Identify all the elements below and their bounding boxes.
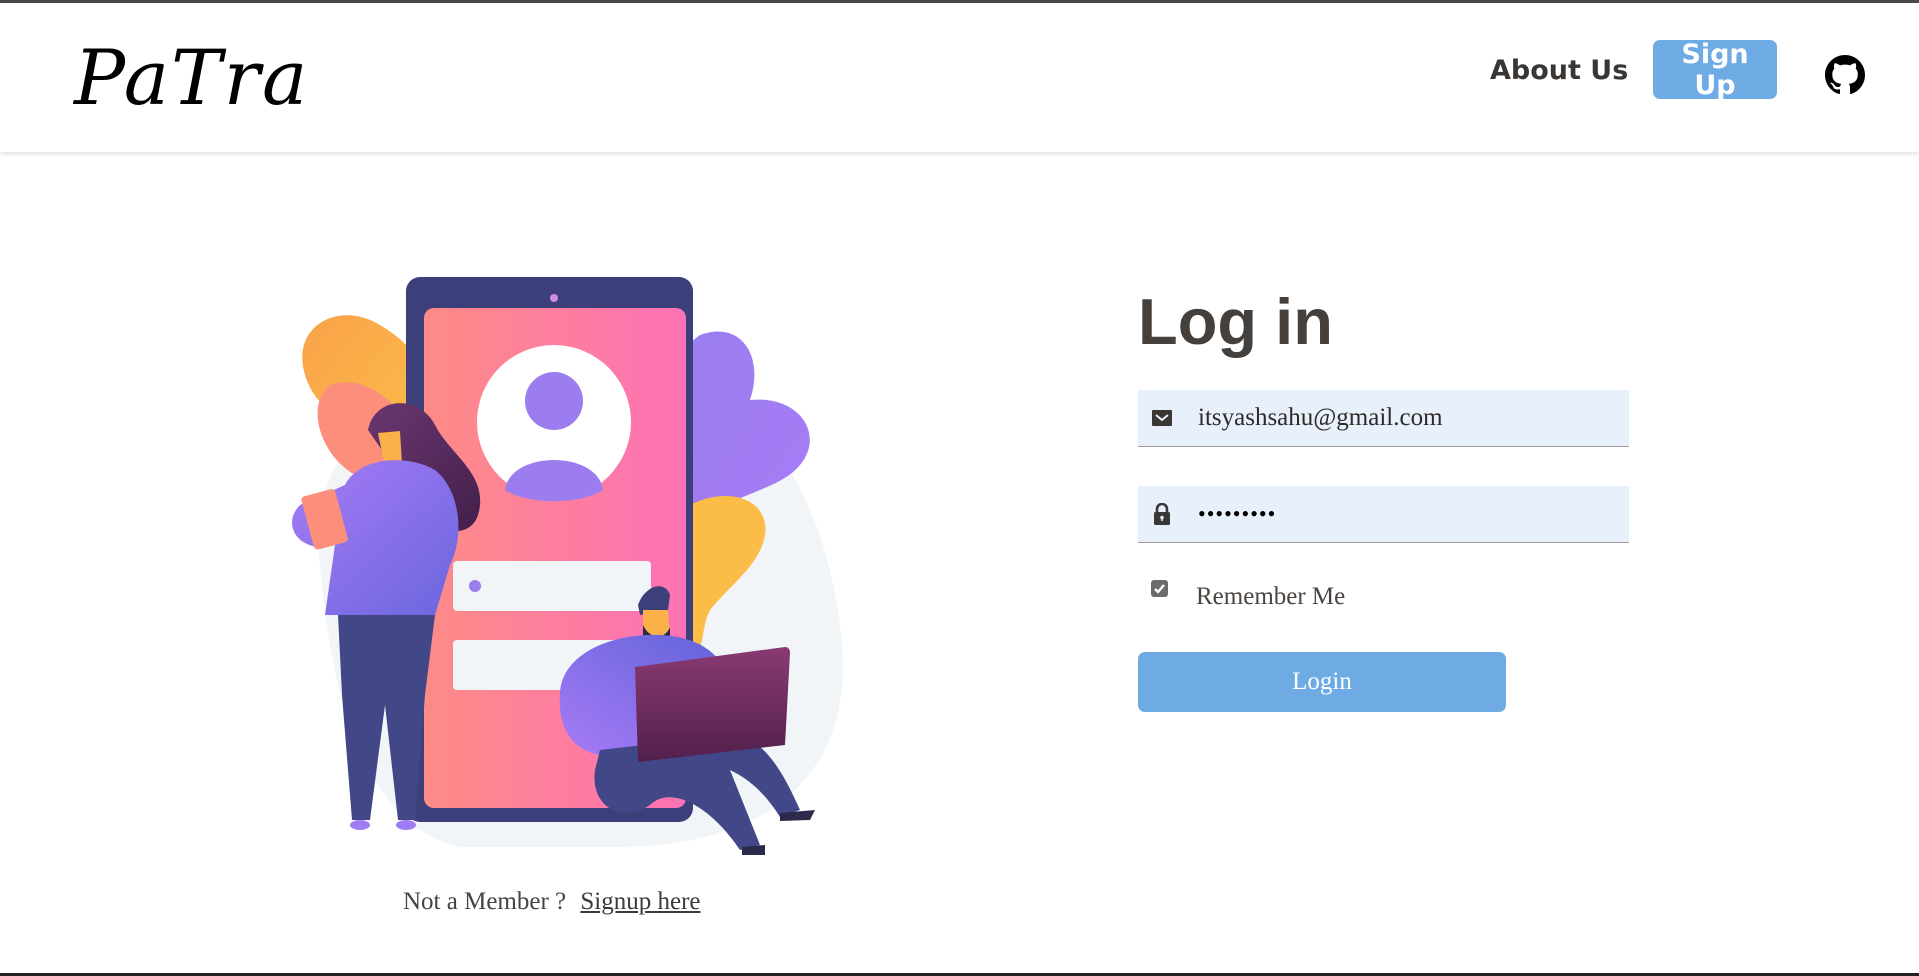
login-title: Log in [1138,285,1333,358]
envelope-icon [1151,407,1173,429]
lock-icon [1151,503,1173,525]
signup-here-link[interactable]: Signup here [580,888,700,915]
signup-prompt-text: Not a Member ? [403,888,567,915]
man-laptop [635,647,790,762]
navbar: PaTra About Us Sign Up [0,3,1919,152]
remember-me-checkbox[interactable] [1151,580,1168,597]
nav-sign-up-button[interactable]: Sign Up [1653,39,1777,101]
remember-me-label[interactable]: Remember Me [1196,583,1345,611]
login-submit-button[interactable]: Login [1138,652,1506,712]
password-input[interactable] [1198,494,1618,534]
screen-field-1 [453,561,651,611]
nav-about-us-link[interactable]: About Us [1490,51,1628,91]
signup-prompt: Not a Member ? Signup here [403,888,701,916]
github-icon[interactable] [1825,55,1865,95]
email-input[interactable] [1198,398,1618,438]
brand-logo[interactable]: PaTra [74,33,309,123]
checkbox-checked-icon[interactable] [1151,580,1168,597]
email-field[interactable] [1138,390,1629,447]
login-illustration [260,265,860,865]
phone-camera [550,294,558,302]
password-field[interactable] [1138,486,1629,543]
profile-head [525,372,583,430]
